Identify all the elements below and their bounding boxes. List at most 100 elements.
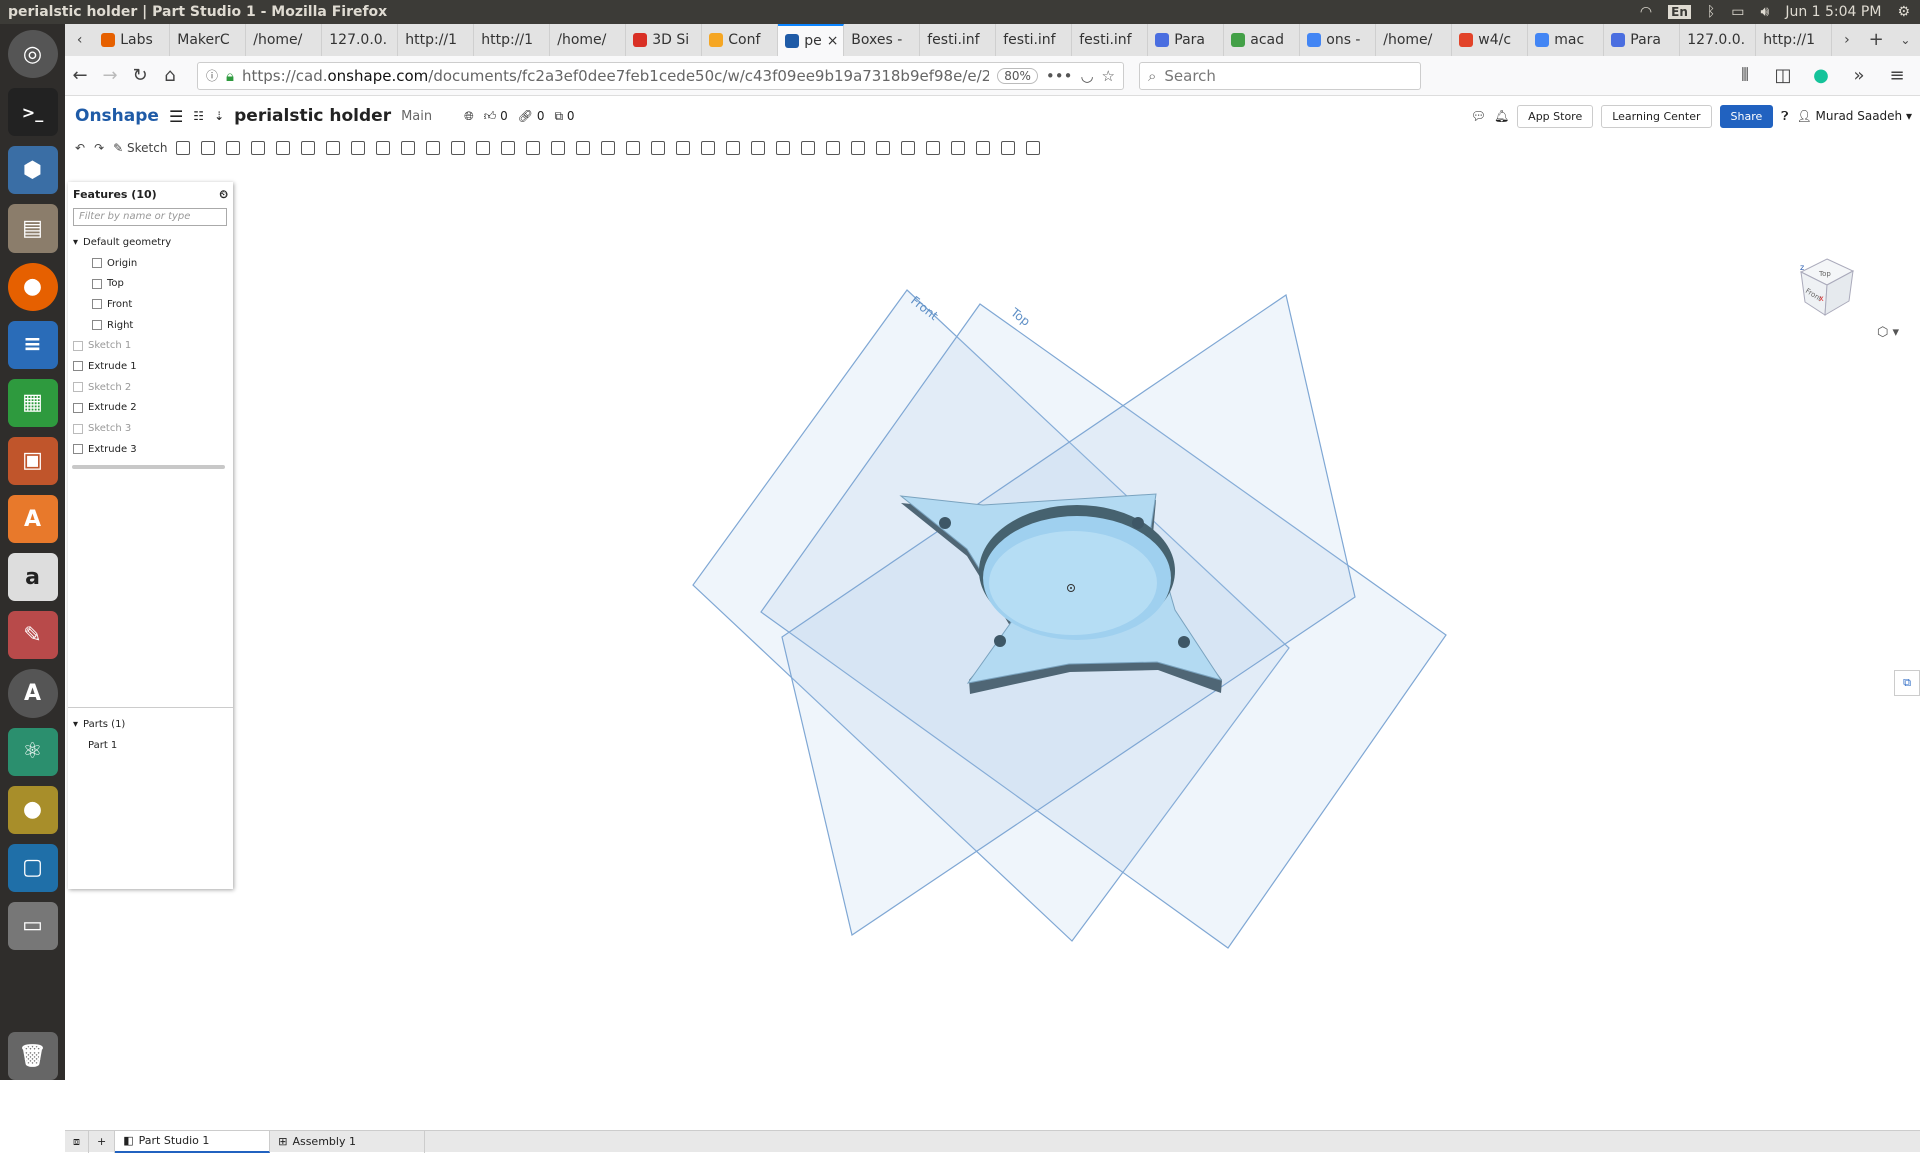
browser-tab[interactable]: mac — [1528, 24, 1605, 56]
split-tool-icon[interactable] — [551, 141, 566, 155]
drive-icon[interactable]: ▭ — [7, 901, 58, 950]
shell-tool-icon[interactable] — [426, 141, 441, 155]
mount-hole[interactable] — [939, 517, 951, 529]
model-view[interactable]: Front Top Top Front x z ⬡ ▾ — [65, 192, 1920, 1090]
feature-item[interactable]: Sketch 1 — [68, 335, 233, 356]
feature-item[interactable]: Right — [68, 315, 233, 336]
ubuntu-dash-icon[interactable]: ◎ — [7, 30, 58, 79]
library-icon[interactable]: ⫴ — [1730, 65, 1760, 86]
document-name[interactable]: perialstic holder — [234, 106, 391, 126]
modify-fillet-tool-icon[interactable] — [626, 141, 641, 155]
feature-list-toggle-icon[interactable]: ☷ — [193, 109, 204, 123]
offset-surface-tool-icon[interactable] — [701, 141, 716, 155]
mate-connector-tool-icon[interactable] — [751, 141, 766, 155]
tab-part-studio-1[interactable]: ◧ Part Studio 1 — [115, 1130, 271, 1153]
language-indicator[interactable]: En — [1668, 5, 1691, 19]
transform-tool-icon[interactable] — [576, 141, 591, 155]
revolve-tool-icon[interactable] — [201, 141, 216, 155]
browser-tab[interactable]: acad — [1224, 24, 1301, 56]
amazon-icon[interactable]: a — [7, 553, 58, 602]
feature-item[interactable]: Front — [68, 294, 233, 315]
default-geometry-group[interactable]: ▾ Default geometry — [68, 232, 233, 253]
mount-hole[interactable] — [1132, 517, 1144, 529]
feature-item[interactable]: Extrude 1 — [68, 356, 233, 377]
hamburger-menu-icon[interactable]: ☰ — [169, 107, 183, 126]
view-mode-icon[interactable]: ⬡ ▾ — [1877, 325, 1899, 340]
fillet-tool-icon[interactable] — [326, 141, 341, 155]
feature-item[interactable]: Origin — [68, 253, 233, 274]
calc-icon[interactable]: ▦ — [7, 378, 58, 427]
chamfer-tool-icon[interactable] — [351, 141, 366, 155]
rib-tool-icon[interactable] — [401, 141, 416, 155]
impress-icon[interactable]: ▣ — [7, 436, 58, 485]
rollback-timer-icon[interactable]: ⏲ — [219, 188, 228, 202]
flange-tool-icon[interactable] — [851, 141, 866, 155]
enclose-tool-icon[interactable] — [301, 141, 316, 155]
url-text[interactable]: https://cad.onshape.com/documents/fc2a3e… — [242, 67, 989, 85]
zoom-level[interactable]: 80% — [997, 67, 1038, 84]
atom-icon[interactable]: ⚛ — [7, 727, 58, 776]
circular-pattern-tool-icon[interactable] — [501, 141, 516, 155]
feature-item[interactable]: Top — [68, 273, 233, 294]
browser-tab[interactable]: w4/c — [1452, 24, 1529, 56]
linear-pattern-tool-icon[interactable] — [476, 141, 491, 155]
browser-tab[interactable]: Labs — [94, 24, 171, 56]
search-input[interactable]: ⌕ Search — [1139, 61, 1421, 90]
loft-tool-icon[interactable] — [251, 141, 266, 155]
volume-icon[interactable]: 🔊︎ — [1761, 4, 1770, 20]
undo-icon[interactable]: ↶ — [75, 141, 85, 155]
tab-tool-icon[interactable] — [901, 141, 916, 155]
plane-tool-icon[interactable] — [726, 141, 741, 155]
thicken-tool-icon[interactable] — [276, 141, 291, 155]
info-icon[interactable]: ⓘ — [206, 67, 218, 84]
form-tool-icon[interactable] — [951, 141, 966, 155]
overflow-icon[interactable]: » — [1844, 65, 1874, 86]
browser-tab[interactable]: http://1 — [474, 24, 551, 56]
browser-tab[interactable]: pe × — [778, 24, 845, 56]
comments-icon[interactable]: 💬︎ — [1471, 109, 1486, 123]
insert-icon[interactable]: ⇣ — [214, 109, 224, 123]
cube-app-icon[interactable]: ⬢ — [7, 146, 58, 195]
hole-tool-icon[interactable] — [451, 141, 466, 155]
browser-tab[interactable]: http://1 — [1756, 24, 1833, 56]
onshape-logo[interactable]: Onshape — [75, 106, 159, 126]
tab-assembly-1[interactable]: ⊞ Assembly 1 — [270, 1130, 426, 1153]
notifications-icon[interactable]: 🔔︎ — [1494, 109, 1509, 123]
back-icon[interactable]: ← — [65, 65, 95, 86]
likes[interactable]: 👍︎ 0 — [484, 109, 508, 124]
graphics-viewport[interactable]: Front Top Top Front x z ⬡ ▾ ⧉ — [65, 192, 1920, 1090]
helix-tool-icon[interactable] — [776, 141, 791, 155]
browser-tab[interactable]: ons - — [1300, 24, 1377, 56]
browser-tab[interactable]: 127.0.0. — [322, 24, 399, 56]
corner-tool-icon[interactable] — [976, 141, 991, 155]
tabs-scroll-right-icon[interactable]: › — [1832, 24, 1861, 56]
public-globe-icon[interactable]: 🌐︎ — [464, 109, 474, 124]
bend-tool-icon[interactable] — [926, 141, 941, 155]
page-actions-icon[interactable]: ••• — [1046, 67, 1073, 85]
point-tool-icon[interactable] — [1026, 141, 1041, 155]
home-icon[interactable]: ⌂ — [155, 65, 185, 86]
browser-tab[interactable]: festi.inf — [920, 24, 997, 56]
browser-tab[interactable]: Para — [1604, 24, 1681, 56]
tab-list-icon[interactable]: ⌄ — [1891, 24, 1920, 56]
close-tab-icon[interactable]: × — [827, 33, 839, 49]
browser-tab[interactable]: Boxes - — [844, 24, 921, 56]
gold-app-icon[interactable]: ● — [7, 785, 58, 834]
menu-icon[interactable]: ≡ — [1882, 65, 1912, 86]
browser-tab[interactable]: festi.inf — [1072, 24, 1149, 56]
copies[interactable]: ⧉ 0 — [554, 109, 574, 124]
share-button[interactable]: Share — [1719, 104, 1774, 128]
draft-tool-icon[interactable] — [376, 141, 391, 155]
bluetooth-icon[interactable]: ᛒ — [1707, 4, 1715, 20]
delete-part-tool-icon[interactable] — [601, 141, 616, 155]
variable-tool-icon[interactable] — [801, 141, 816, 155]
browser-tab[interactable]: http://1 — [398, 24, 475, 56]
move-face-tool-icon[interactable] — [651, 141, 666, 155]
help-icon[interactable]: ❓︎ — [1781, 109, 1788, 124]
software-center-icon[interactable]: A — [7, 495, 58, 544]
browser-tab[interactable]: MakerC — [170, 24, 247, 56]
extrude-tool-icon[interactable] — [176, 141, 191, 155]
browser-tab[interactable]: Para — [1148, 24, 1225, 56]
feature-item[interactable]: Sketch 2 — [68, 377, 233, 398]
clock[interactable]: Jun 1 5:04 PM — [1785, 4, 1881, 20]
